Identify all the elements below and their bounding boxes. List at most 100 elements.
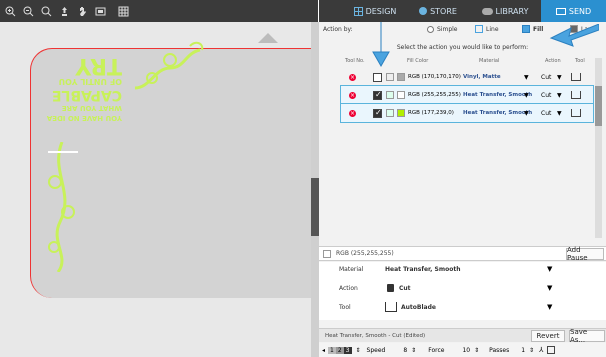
design-artwork[interactable]: YOU HAVE NO IDEA WHAT YOU ARE CAPABLE OF…	[44, 53, 122, 122]
fill-table: × RGB (170,170,170) Vinyl, Matte ▼ Cut ▼…	[340, 68, 594, 123]
blade-tool-icon[interactable]	[571, 109, 581, 117]
chevron-down-icon[interactable]: ▼	[557, 110, 562, 117]
force-label: Force	[428, 346, 445, 354]
force-value[interactable]: 10	[462, 347, 470, 354]
chevron-down-icon[interactable]: ▼	[557, 92, 562, 99]
row-preview-icon	[386, 109, 394, 117]
chevron-down-icon[interactable]: ▼	[557, 74, 562, 81]
square-option-icon[interactable]	[547, 346, 556, 354]
table-row[interactable]: × RGB (255,255,255) Heat Transfer, Smoot…	[340, 85, 594, 105]
row-checkbox[interactable]	[373, 72, 382, 82]
action-select[interactable]: Cut	[399, 285, 411, 292]
chevron-down-icon[interactable]: ▼	[547, 265, 552, 273]
design-line-3: CAPABLE	[51, 87, 122, 103]
fill-color-swatch	[397, 91, 405, 99]
detail-header: RGB (255,255,255) Add Pause	[319, 246, 606, 262]
passes-value[interactable]: 1	[521, 347, 525, 354]
design-line-2: WHAT YOU ARE	[61, 104, 122, 112]
zoom-fit-icon[interactable]	[39, 4, 54, 19]
blade-tool-icon[interactable]	[571, 73, 581, 81]
zoom-in-icon[interactable]	[3, 4, 18, 19]
fill-color-swatch	[397, 73, 405, 81]
tab-send[interactable]: SEND	[541, 0, 606, 22]
design-line-1: YOU HAVE NO IDEA	[46, 114, 122, 122]
chevron-down-icon[interactable]: ▼	[524, 74, 529, 81]
fill-color-swatch	[397, 109, 405, 117]
swirl-ornament-icon	[134, 41, 204, 90]
option-line[interactable]: Line	[475, 25, 499, 33]
action-dropdown[interactable]: Cut	[541, 110, 551, 117]
send-panel: Action by: Simple Line Fill Layer Select…	[319, 22, 606, 357]
table-row[interactable]: × RGB (177,239,0) Heat Transfer, Smooth …	[340, 103, 594, 123]
speed-value[interactable]: 8	[403, 347, 407, 354]
revert-button[interactable]: Revert	[531, 330, 565, 342]
chevron-down-icon[interactable]: ▼	[524, 92, 529, 99]
material-dropdown[interactable]: Vinyl, Matte	[463, 74, 501, 80]
fill-color-swatch	[323, 249, 331, 258]
autoblade-icon	[385, 302, 397, 312]
grid-icon	[353, 6, 363, 16]
material-dropdown[interactable]: Heat Transfer, Smooth	[463, 92, 532, 98]
stepper-arrow-icon[interactable]: ⇕	[356, 347, 361, 354]
add-pause-button[interactable]: Add Pause	[566, 246, 604, 262]
pan-icon[interactable]	[57, 4, 72, 19]
tool-select[interactable]: AutoBlade	[401, 304, 436, 311]
action-dropdown[interactable]: Cut	[541, 92, 551, 99]
detail-body: Material Heat Transfer, Smooth ▼ Action …	[319, 262, 606, 320]
force-stepper-icon[interactable]: ⇕	[474, 347, 479, 354]
zoom-out-icon[interactable]	[21, 4, 36, 19]
canvas-toolbar	[0, 0, 318, 22]
fit-to-window-icon[interactable]	[93, 4, 108, 19]
delete-icon[interactable]: ×	[349, 109, 356, 117]
hand-icon[interactable]	[75, 4, 90, 19]
grid-icon[interactable]	[116, 4, 131, 19]
speed-stepper-icon[interactable]: ⇕	[411, 347, 416, 354]
send-icon	[555, 7, 566, 15]
delete-icon[interactable]: ×	[349, 91, 356, 99]
table-scrollbar[interactable]	[595, 58, 602, 238]
settings-bar: ◂ 1 2 3 ⇕ Speed 8 ⇕ Force 10 ⇕ Passes 1 …	[319, 343, 606, 357]
action-by-label: Action by:	[323, 26, 353, 33]
preset-name: Heat Transfer, Smooth - Cut (Edited)	[325, 332, 426, 339]
table-row[interactable]: × RGB (170,170,170) Vinyl, Matte ▼ Cut ▼	[341, 68, 593, 86]
scroll-up-arrow-icon[interactable]	[258, 28, 278, 47]
left-arrow-icon[interactable]: ◂	[322, 347, 325, 354]
tab-library[interactable]: LIBRARY	[469, 0, 541, 22]
main-tabs: DESIGN STORE LIBRARY SEND	[319, 0, 606, 22]
table-scrollbar-thumb[interactable]	[595, 86, 602, 126]
option-fill[interactable]: Fill	[522, 25, 543, 33]
tab-design[interactable]: DESIGN	[343, 0, 407, 22]
tool-tree-icon[interactable]: ⅄	[539, 346, 543, 354]
blade-depth-selector[interactable]: 1 2 3	[328, 346, 352, 354]
material-dropdown[interactable]: Heat Transfer, Smooth	[463, 110, 532, 116]
canvas-scrollbar-thumb[interactable]	[311, 178, 319, 236]
detail-title: RGB (255,255,255)	[336, 250, 394, 257]
design-canvas[interactable]: YOU HAVE NO IDEA WHAT YOU ARE CAPABLE OF…	[0, 22, 311, 357]
row-checkbox[interactable]	[373, 108, 382, 118]
speed-label: Speed	[366, 346, 386, 354]
passes-stepper-icon[interactable]: ⇕	[529, 347, 534, 354]
delete-icon[interactable]: ×	[349, 73, 356, 81]
cut-action-icon	[387, 284, 394, 292]
material-select[interactable]: Heat Transfer, Smooth	[385, 266, 460, 273]
design-line-5: TRY	[75, 53, 122, 78]
arrow-annotation-icon	[372, 22, 390, 68]
chevron-down-icon[interactable]: ▼	[547, 303, 552, 311]
preset-bar: Heat Transfer, Smooth - Cut (Edited) Rev…	[319, 328, 606, 344]
fill-icon	[522, 25, 530, 33]
save-as-button[interactable]: Save As...	[569, 328, 605, 344]
option-simple[interactable]: Simple	[427, 26, 458, 33]
arrow-annotation-icon	[549, 24, 599, 47]
design-line-4: OF UNTIL YOU	[58, 77, 122, 86]
row-checkbox[interactable]	[373, 90, 382, 100]
store-icon	[419, 7, 428, 15]
vertical-ornament-icon	[48, 142, 78, 272]
simple-radio[interactable]	[427, 26, 434, 33]
chevron-down-icon[interactable]: ▼	[547, 284, 552, 292]
blade-tool-icon[interactable]	[571, 91, 581, 99]
row-preview-icon	[386, 73, 394, 81]
action-dropdown[interactable]: Cut	[541, 74, 551, 81]
chevron-down-icon[interactable]: ▼	[524, 110, 529, 117]
line-icon	[475, 25, 483, 33]
tab-store[interactable]: STORE	[407, 0, 469, 22]
